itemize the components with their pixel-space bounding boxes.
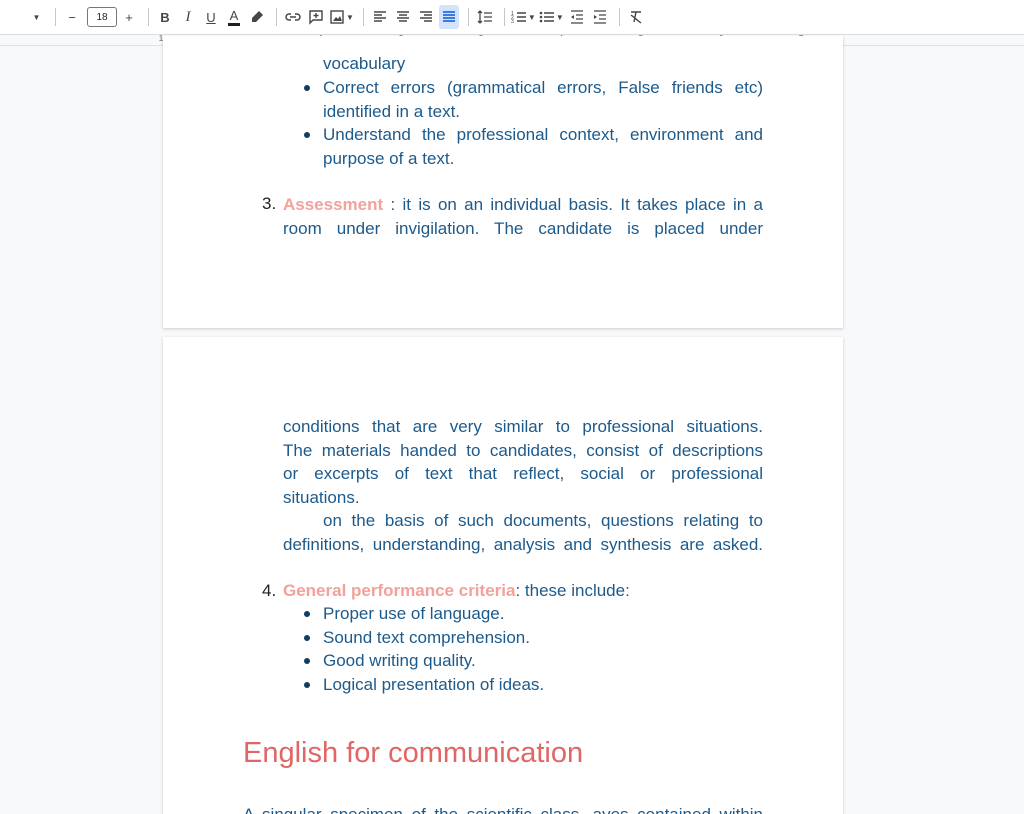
image-icon xyxy=(330,10,344,24)
insert-image-button[interactable]: ▼ xyxy=(329,5,354,29)
criteria-item: Logical presentation of ideas. xyxy=(323,675,545,694)
formatting-toolbar: ▼ − 18 + B I U A ▼ 123 ▼ ▼ xyxy=(0,0,1024,35)
section-heading: English for communication xyxy=(243,737,584,769)
italic-button[interactable]: I xyxy=(178,5,198,29)
bulleted-list-button[interactable]: ▼ xyxy=(539,5,564,29)
decrease-font-size-button[interactable]: − xyxy=(62,5,82,29)
highlight-color-button[interactable] xyxy=(247,5,267,29)
increase-indent-button[interactable] xyxy=(590,5,610,29)
decrease-indent-icon xyxy=(570,10,583,24)
highlighter-icon xyxy=(252,11,263,22)
document-page-2[interactable]: conditions that are very similar to prof… xyxy=(163,337,843,814)
bullet-marker xyxy=(304,635,310,641)
bold-button[interactable]: B xyxy=(155,5,175,29)
toolbar-divider xyxy=(618,8,620,26)
bullet-marker xyxy=(304,682,310,688)
align-left-button[interactable] xyxy=(370,5,390,29)
toolbar-divider xyxy=(148,8,149,26)
add-comment-button[interactable] xyxy=(306,5,326,29)
criteria-label: General performance criteria xyxy=(283,581,516,600)
page1-partial-line: vocabulary xyxy=(323,54,406,73)
text-color-icon: A xyxy=(227,8,241,26)
bullet-marker xyxy=(304,611,310,617)
align-center-icon xyxy=(396,11,409,22)
criteria-item: Proper use of language. xyxy=(323,604,505,623)
bulleted-list-icon xyxy=(539,11,554,23)
assessment-label: Assessment xyxy=(283,195,384,214)
toolbar-divider xyxy=(503,8,505,26)
line-spacing-button[interactable] xyxy=(475,5,495,29)
list-number-3: 3. xyxy=(262,194,277,213)
toolbar-divider xyxy=(362,8,364,26)
bullet-marker xyxy=(304,132,310,138)
criteria-item: Sound text comprehension. xyxy=(323,628,530,647)
line-spacing-icon xyxy=(477,10,492,24)
documents-questions-paragraph: on the basis of such documents, question… xyxy=(283,511,763,554)
next-paragraph-partial: A singular specimen of the scientific cl… xyxy=(243,803,763,814)
numbered-item-criteria: General performance criteria: these incl… xyxy=(283,581,630,600)
comment-icon xyxy=(309,10,323,25)
assessment-continuation-paragraph: conditions that are very similar to prof… xyxy=(283,417,763,507)
style-dropdown-chevron-icon[interactable]: ▼ xyxy=(26,5,46,29)
svg-text:3: 3 xyxy=(511,19,514,25)
numbered-item-assessment: Assessment : it is on an individual basi… xyxy=(283,195,763,238)
numbered-list-icon: 123 xyxy=(511,11,526,25)
decrease-indent-button[interactable] xyxy=(567,5,587,29)
increase-font-size-button[interactable]: + xyxy=(119,5,139,29)
underline-button[interactable]: U xyxy=(201,5,221,29)
toolbar-divider xyxy=(276,8,277,26)
justify-icon xyxy=(442,11,455,22)
list-number-4: 4. xyxy=(262,581,277,600)
link-icon xyxy=(285,13,301,21)
toolbar-divider xyxy=(55,8,56,26)
font-size-input[interactable]: 18 xyxy=(87,7,117,27)
bullet-item-correct-errors: Correct errors (grammatical errors, Fals… xyxy=(323,78,763,121)
align-right-icon xyxy=(419,11,432,22)
align-left-icon xyxy=(373,11,386,22)
align-right-button[interactable] xyxy=(416,5,436,29)
bullet-marker xyxy=(304,658,310,664)
bullet-item-understand-context: Understand the professional context, env… xyxy=(323,125,763,168)
document-page-1[interactable]: vocabulary Correct errors (grammatical e… xyxy=(163,36,843,328)
increase-indent-icon xyxy=(593,10,606,24)
insert-link-button[interactable] xyxy=(283,5,303,29)
align-center-button[interactable] xyxy=(393,5,413,29)
numbered-list-button[interactable]: 123 ▼ xyxy=(511,5,536,29)
text-color-button[interactable]: A xyxy=(224,5,244,29)
clear-formatting-button[interactable] xyxy=(626,5,646,29)
clear-formatting-icon xyxy=(630,11,642,24)
bullet-marker xyxy=(304,85,310,91)
toolbar-divider xyxy=(467,8,469,26)
criteria-item: Good writing quality. xyxy=(323,651,476,670)
justify-button[interactable] xyxy=(438,5,459,29)
